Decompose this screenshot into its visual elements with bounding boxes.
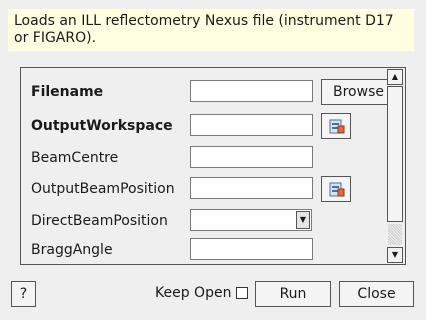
scroll-down-icon[interactable]: ▼ [387,247,403,263]
keep-open-checkbox[interactable] [236,287,248,299]
keep-open-label: Keep Open [155,285,232,301]
property-row-beamcentre: BeamCentre [31,146,391,172]
outputworkspace-input[interactable] [190,114,313,136]
filename-input[interactable] [190,80,313,102]
outputbeamposition-input[interactable] [190,177,313,199]
outputworkspace-select-button[interactable] [321,113,351,139]
workspace-icon [329,182,345,197]
browse-button[interactable]: Browse [321,79,396,105]
run-button[interactable]: Run [255,281,331,307]
outputworkspace-label: OutputWorkspace [31,118,173,134]
braggangle-input[interactable] [190,238,313,260]
help-button[interactable]: ? [11,281,36,307]
properties-panel: Filename Browse OutputWorkspace BeamCent… [20,67,406,265]
close-button[interactable]: Close [339,281,414,307]
property-row-outputbeamposition: OutputBeamPosition [31,176,391,203]
braggangle-label: BraggAngle [31,242,113,258]
outputbeamposition-select-button[interactable] [321,176,351,202]
property-row-braggangle: BraggAngle [31,238,391,264]
scroll-up-icon[interactable]: ▲ [387,69,403,85]
beamcentre-label: BeamCentre [31,150,119,166]
chevron-down-icon[interactable]: ▼ [296,211,310,229]
directbeamposition-select[interactable]: ▼ [190,209,312,231]
property-row-filename: Filename Browse [31,79,396,106]
beamcentre-input[interactable] [190,146,313,168]
scrollbar-thumb[interactable] [387,86,403,222]
filename-label: Filename [31,84,104,100]
scrollbar-track[interactable] [388,224,402,245]
property-row-outputworkspace: OutputWorkspace [31,113,391,140]
directbeamposition-label: DirectBeamPosition [31,213,168,229]
algorithm-description: Loads an ILL reflectometry Nexus file (i… [8,9,414,51]
workspace-icon [329,119,345,134]
vertical-scrollbar[interactable]: ▲ ▼ [387,69,403,263]
property-row-directbeamposition: DirectBeamPosition ▼ [31,209,391,235]
outputbeamposition-label: OutputBeamPosition [31,181,175,197]
